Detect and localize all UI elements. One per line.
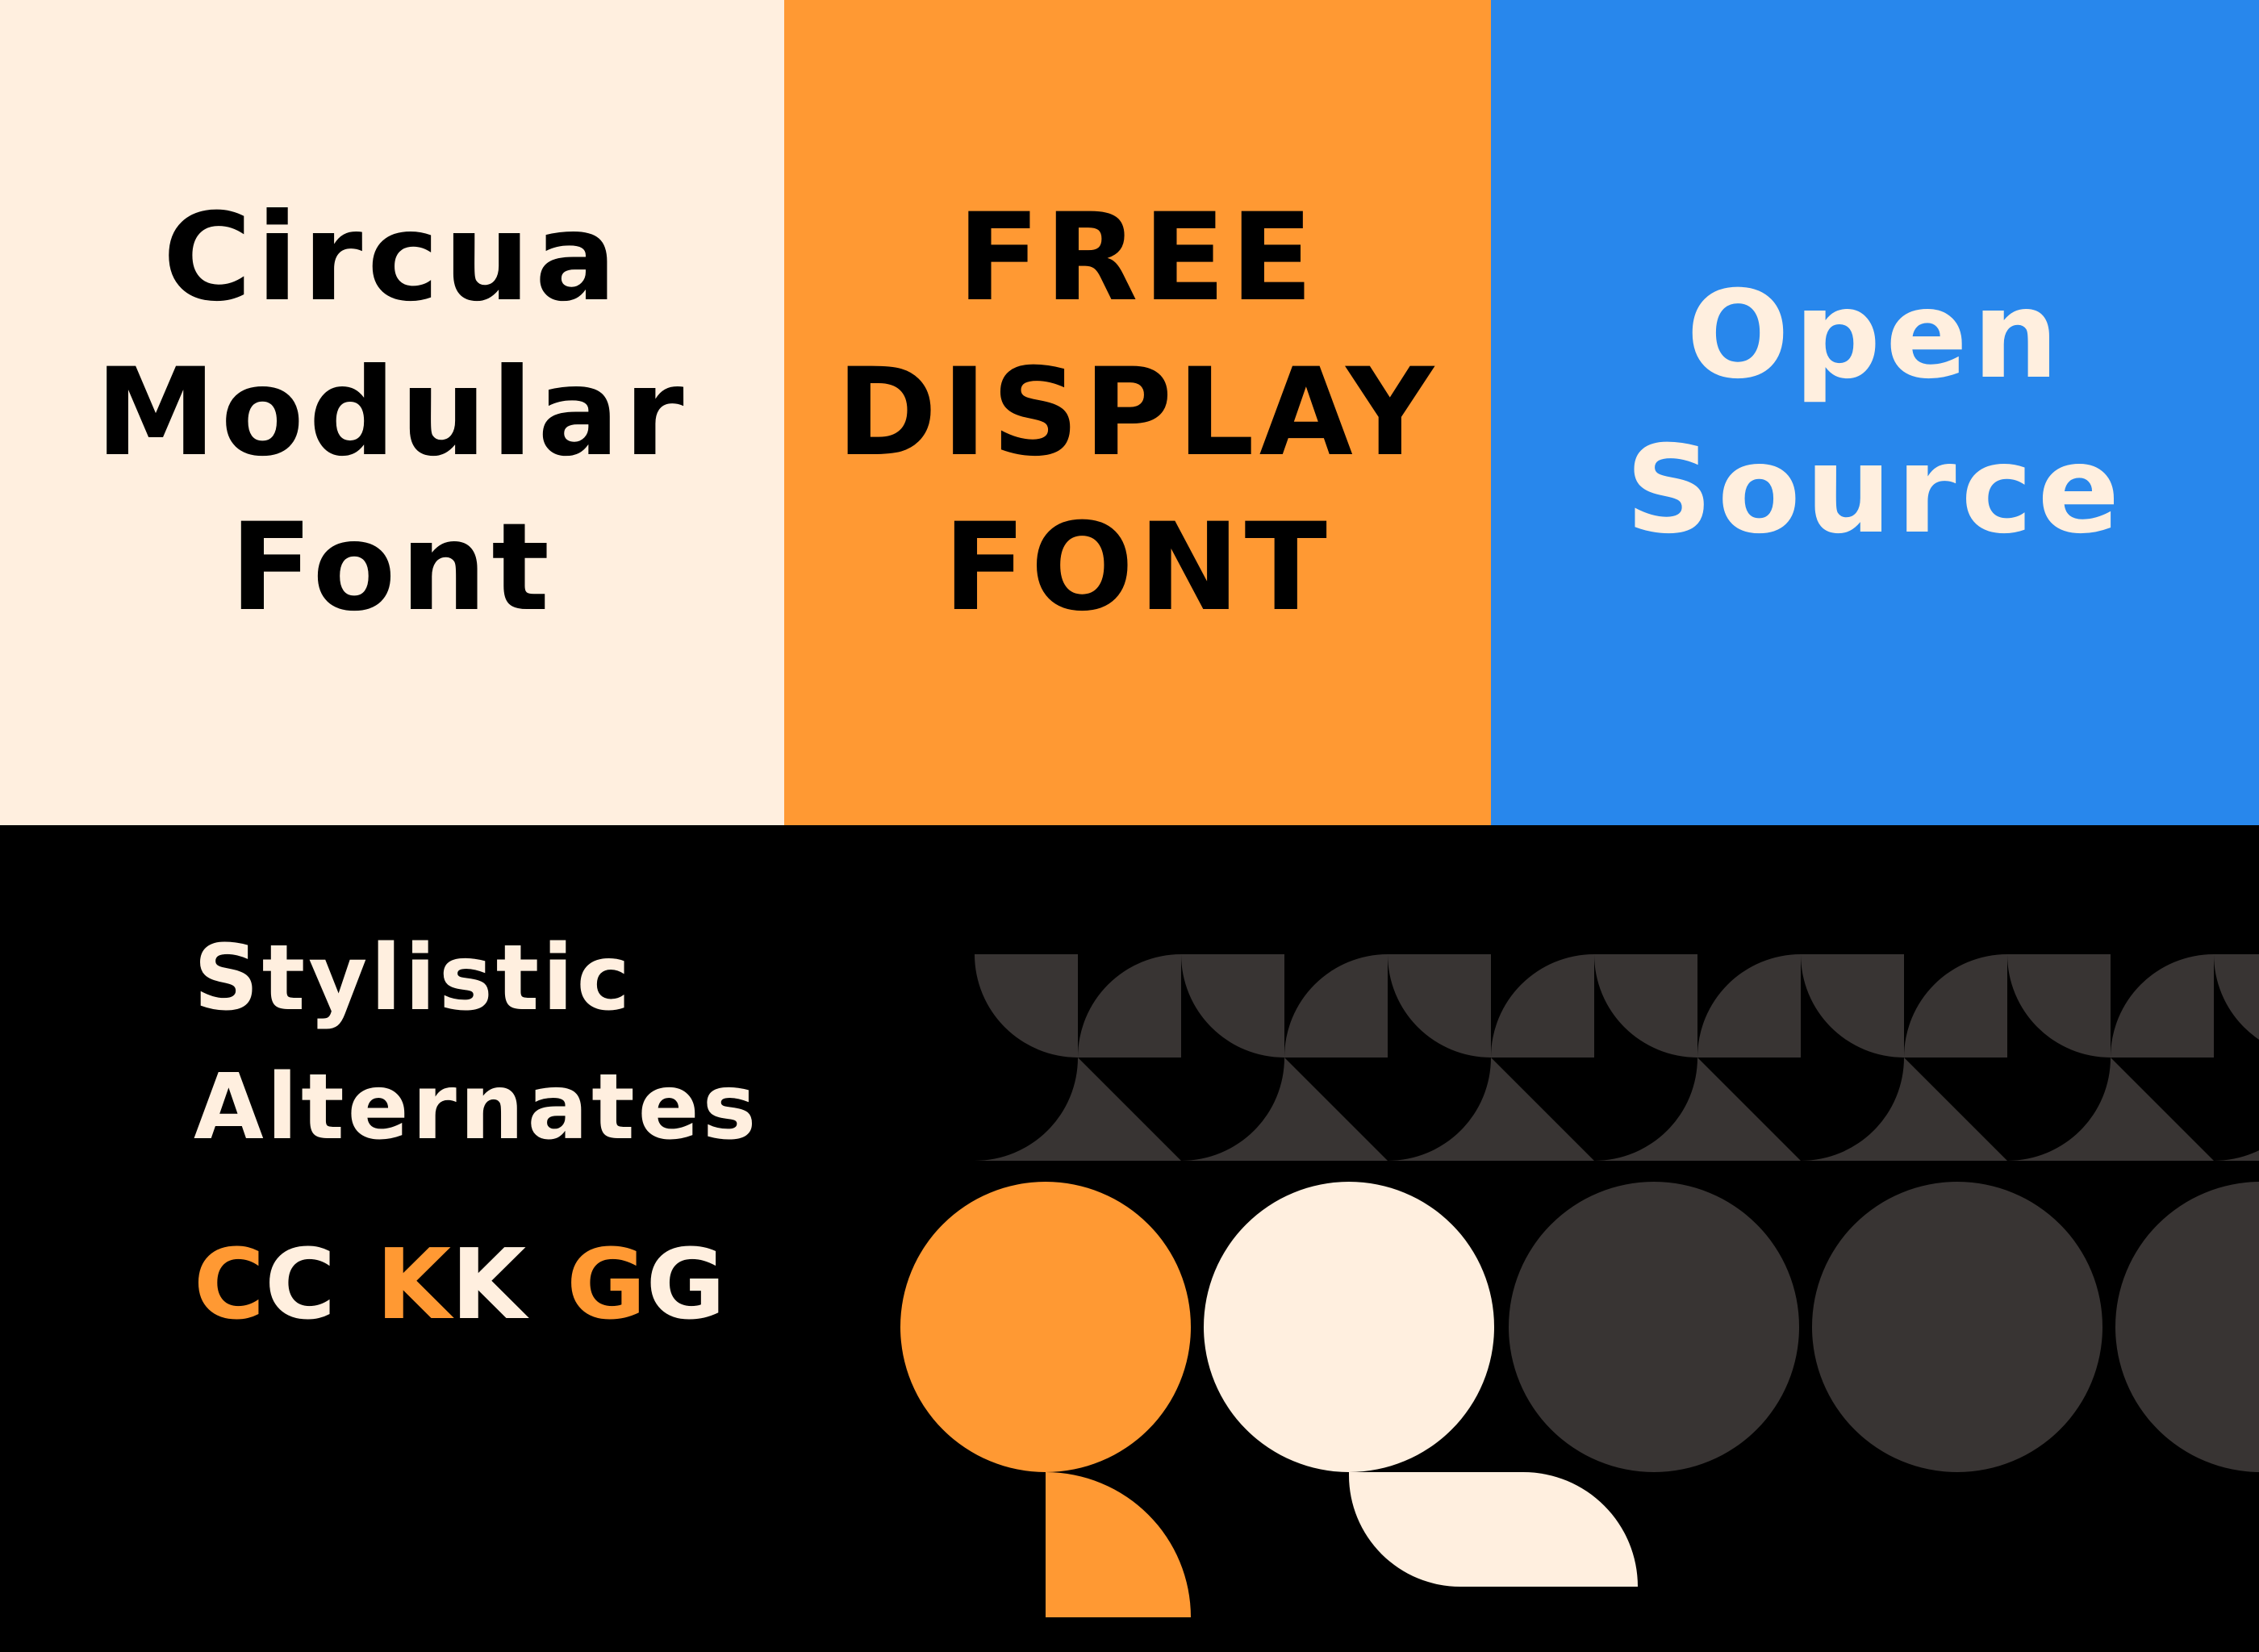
quarter-tile-top [1594,954,1697,1058]
quarter-tile-top [2111,954,2214,1058]
quarter-tile-bottom [1801,1058,1904,1161]
font-line: FONT [943,497,1332,638]
quarter-tile-top [2214,954,2259,1040]
open-line: Open [1686,265,2064,406]
title-line-1: Circua [162,187,622,328]
quarter-tile-top [1801,954,1904,1058]
free-line: FREE [957,187,1318,328]
quarter-tile-bottom [1078,1058,1181,1161]
quarter-tile-top [1078,954,1181,1058]
quarter-tile-bottom [1594,1058,1697,1161]
dark-circles [1509,1182,2259,1472]
quarter-tile-bottom [1904,1058,2007,1161]
source-line: Source [1625,419,2125,561]
quarter-tile-bottom [1491,1058,1594,1161]
quarter-tile-top [2007,954,2111,1058]
default-glyph-row: CC KK GG [194,1217,960,1354]
quarter-tile-top [1491,954,1594,1058]
blue-open-source-panel: Open Source [1491,0,2259,825]
quarter-circle-tile-row [975,954,2259,1161]
quarter-tile-top [1388,954,1491,1058]
title-line-2: Modular [95,342,689,483]
quarter-tile-bottom [2214,1150,2259,1161]
glyph-c-default: CC [194,1229,336,1341]
quarter-tile-bottom [2007,1058,2111,1161]
quarter-tile-top [1904,954,2007,1058]
quarter-tile-bottom [2111,1058,2214,1161]
poster: Circua Modular Font FREE DISPLAY FONT Op… [0,0,2259,1652]
stylistic-alternates-section: Stylistic Alternates CC KK GG [0,825,2259,1652]
quarter-tile-bottom [1388,1058,1491,1161]
glyph-k-default: KK [376,1229,527,1341]
quarter-tile-bottom [975,1058,1078,1161]
display-line: DISPLAY [836,342,1439,483]
stylistic-text-block: Stylistic Alternates CC KK GG [194,914,960,1354]
orange-free-display-panel: FREE DISPLAY FONT [784,0,1491,825]
quarter-tile-top [975,954,1078,1058]
glyph-g-default: GG [566,1229,726,1341]
quarter-tile-bottom [1697,1058,1801,1161]
title-line-3: Font [230,497,554,638]
stylistic-line: Stylistic [194,926,633,1031]
quarter-tile-bottom [1284,1058,1388,1161]
quarter-tile-top [1697,954,1801,1058]
quarter-tile-top [1284,954,1388,1058]
quarter-tile-bottom [1181,1058,1284,1161]
alternates-line: Alternates [194,1055,760,1160]
cream-title-panel: Circua Modular Font [0,0,784,825]
quarter-tile-top [1181,954,1284,1058]
